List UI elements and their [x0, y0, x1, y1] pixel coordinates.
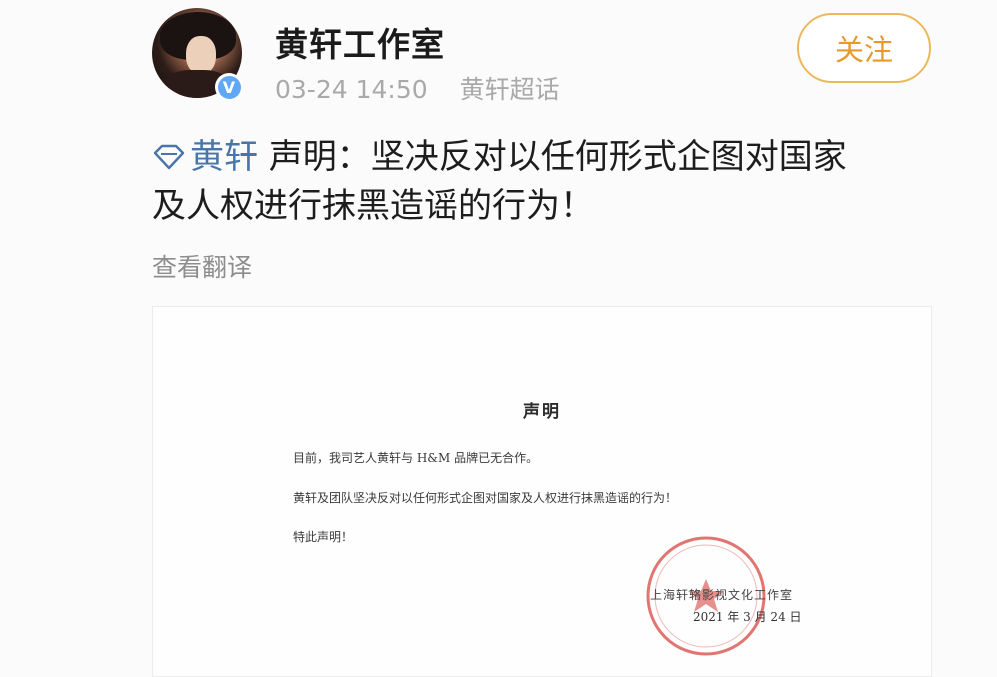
doc-title: 声明 — [523, 402, 561, 422]
post-text-line-2: 及人权进行抹黑造谣的行为！ — [152, 186, 594, 226]
post-timestamp: 03-24 14:50 — [275, 75, 428, 104]
avatar-face — [186, 36, 216, 74]
follow-button[interactable]: 关注 — [797, 13, 931, 83]
post-source-topic[interactable]: 黄轩超话 — [460, 75, 560, 104]
statement-image[interactable]: 声明 目前，我司艺人黄轩与 H&M 品牌已无合作。 黄轩及团队坚决反对以任何形式… — [152, 306, 932, 677]
post-line-1: 黄轩 声明：坚决反对以任何形式企图对国家 — [152, 133, 932, 182]
translate-link[interactable]: 查看翻译 — [152, 248, 252, 284]
topic-label: 黄轩 — [190, 137, 258, 177]
topic-link[interactable]: 黄轩 — [152, 137, 269, 177]
diamond-icon — [153, 144, 185, 170]
doc-signature: 上海轩辂影视文化工作室 — [650, 588, 794, 602]
author-name[interactable]: 黄轩工作室 — [275, 18, 445, 66]
post-body: 黄轩 声明：坚决反对以任何形式企图对国家 及人权进行抹黑造谣的行为！ — [152, 133, 932, 231]
post-meta: 03-24 14:50 黄轩超话 — [275, 70, 560, 106]
verified-badge: V — [215, 73, 243, 101]
verified-v-icon: V — [217, 75, 241, 99]
post-text-line-1: 声明：坚决反对以任何形式企图对国家 — [268, 137, 847, 177]
doc-paragraph-3: 特此声明！ — [293, 530, 354, 544]
doc-date: 2021 年 3 月 24 日 — [693, 610, 802, 624]
doc-paragraph-1: 目前，我司艺人黄轩与 H&M 品牌已无合作。 — [293, 451, 539, 465]
doc-paragraph-2: 黄轩及团队坚决反对以任何形式企图对国家及人权进行抹黑造谣的行为！ — [293, 491, 678, 505]
